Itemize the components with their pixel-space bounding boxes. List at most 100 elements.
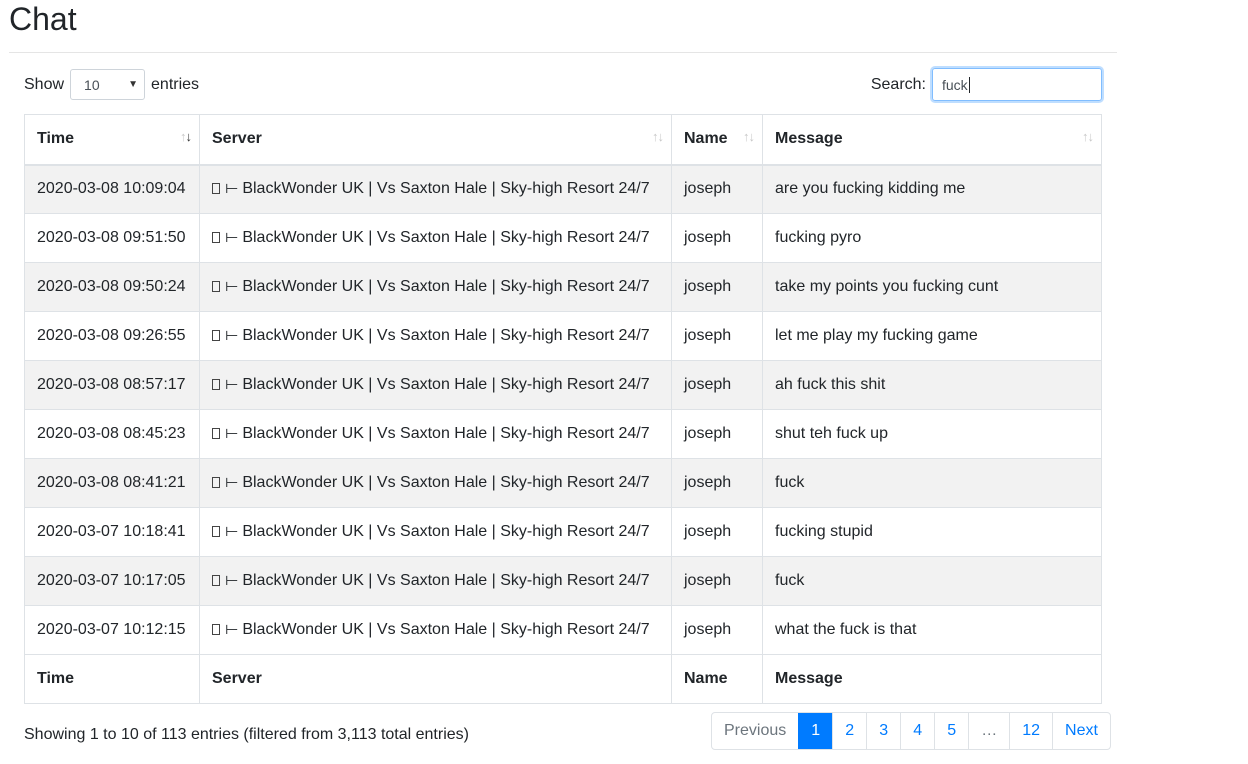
pagination: Previous 1 2 3 4 5… 12 Next (711, 712, 1111, 750)
cell-server: ⊢ BlackWonder UK | Vs Saxton Hale | Sky-h… (199, 458, 672, 508)
column-header-message[interactable]: Message ↑↓ (762, 114, 1102, 166)
cell-time: 2020-03-08 08:57:17 (24, 360, 200, 410)
table-row: 2020-03-08 08:57:17 ⊢ BlackWonder UK | Vs … (24, 360, 1102, 410)
cell-time: 2020-03-08 08:41:21 (24, 458, 200, 508)
cell-message: let me play my fucking game (762, 311, 1102, 361)
flag-icon: ⊢ (224, 573, 239, 588)
flag-icon: ⊢ (224, 426, 239, 441)
cell-server: ⊢ BlackWonder UK | Vs Saxton Hale | Sky-h… (199, 507, 672, 557)
cell-name: joseph (671, 409, 763, 459)
search-control: Search: fuck (871, 68, 1102, 101)
cell-name: joseph (671, 507, 763, 557)
box-icon (212, 232, 220, 243)
table-body: 2020-03-08 10:09:04 ⊢ BlackWonder UK | Vs … (24, 164, 1102, 655)
entries-label: entries (151, 75, 200, 93)
table-row: 2020-03-07 10:12:15 ⊢ BlackWonder UK | Vs … (24, 605, 1102, 655)
cell-message: what the fuck is that (762, 605, 1102, 655)
page-button-1[interactable]: 1 (798, 713, 833, 749)
pagination-ellipsis: … (968, 713, 1009, 749)
page-button-5[interactable]: 5 (934, 713, 968, 749)
cell-message: shut teh fuck up (762, 409, 1102, 459)
chat-table: Time ↑↓ Server ↑↓ Name ↑↓ Message ↑↓ 202… (24, 114, 1102, 704)
cell-message: ah fuck this shit (762, 360, 1102, 410)
cell-time: 2020-03-08 09:26:55 (24, 311, 200, 361)
chat-page: Chat Show 10 ▼ entries Search: fuck Time… (0, 0, 1248, 764)
text-cursor (968, 76, 970, 93)
footer-header-name: Name (671, 654, 763, 704)
page-title: Chat (9, 1, 77, 37)
footer-header-message: Message (762, 654, 1102, 704)
column-header-server[interactable]: Server ↑↓ (199, 114, 672, 166)
column-header-time[interactable]: Time ↑↓ (24, 114, 200, 166)
search-label: Search: (870, 75, 926, 93)
cell-message: fucking stupid (762, 507, 1102, 557)
flag-icon: ⊢ (224, 622, 239, 637)
table-info: Showing 1 to 10 of 113 entries (filtered… (24, 726, 469, 743)
page-length-control: Show 10 ▼ entries (24, 69, 199, 100)
box-icon (212, 575, 220, 586)
header-row: Time ↑↓ Server ↑↓ Name ↑↓ Message ↑↓ (24, 114, 1102, 166)
table-row: 2020-03-08 08:41:21 ⊢ BlackWonder UK | Vs … (24, 458, 1102, 508)
cell-name: joseph (671, 213, 763, 263)
cell-name: joseph (671, 262, 763, 312)
cell-name: joseph (671, 311, 763, 361)
sort-icon: ↑↓ (1082, 129, 1094, 144)
sort-descending-icon: ↑↓ (180, 129, 192, 144)
box-icon (212, 183, 220, 195)
flag-icon: ⊢ (224, 181, 239, 197)
table-row: 2020-03-08 09:51:50 ⊢ BlackWonder UK | Vs … (24, 213, 1102, 263)
page-button-12[interactable]: 12 (1009, 713, 1052, 749)
title-divider (9, 52, 1117, 53)
box-icon (212, 477, 220, 488)
box-icon (212, 428, 220, 439)
box-icon (212, 624, 220, 635)
cell-time: 2020-03-08 09:50:24 (24, 262, 200, 312)
cell-time: 2020-03-07 10:17:05 (24, 556, 200, 606)
previous-page-button[interactable]: Previous (712, 713, 798, 749)
cell-message: are you fucking kidding me (762, 164, 1102, 214)
cell-server: ⊢ BlackWonder UK | Vs Saxton Hale | Sky-h… (199, 605, 672, 655)
page-button-3[interactable]: 3 (866, 713, 900, 749)
cell-time: 2020-03-07 10:12:15 (24, 605, 200, 655)
flag-icon: ⊢ (224, 475, 239, 490)
entries-per-page-value: 10 (84, 76, 100, 93)
sort-icon: ↑↓ (743, 129, 755, 144)
page-button-2[interactable]: 2 (832, 713, 866, 749)
cell-name: joseph (671, 458, 763, 508)
cell-message: fucking pyro (762, 213, 1102, 263)
cell-time: 2020-03-08 08:45:23 (24, 409, 200, 459)
box-icon (212, 330, 220, 341)
flag-icon: ⊢ (224, 230, 239, 245)
table-row: 2020-03-08 08:45:23 ⊢ BlackWonder UK | Vs … (24, 409, 1102, 459)
search-input[interactable]: fuck (932, 68, 1102, 101)
cell-server: ⊢ BlackWonder UK | Vs Saxton Hale | Sky-h… (199, 311, 672, 361)
flag-icon: ⊢ (224, 377, 239, 392)
flag-icon: ⊢ (224, 524, 239, 539)
table-row: 2020-03-08 10:09:04 ⊢ BlackWonder UK | Vs … (24, 164, 1102, 214)
box-icon (212, 379, 220, 390)
cell-name: joseph (671, 605, 763, 655)
cell-message: fuck (762, 458, 1102, 508)
next-page-button[interactable]: Next (1052, 713, 1110, 749)
cell-server: ⊢ BlackWonder UK | Vs Saxton Hale | Sky-h… (199, 360, 672, 410)
table-row: 2020-03-08 09:26:55 ⊢ BlackWonder UK | Vs … (24, 311, 1102, 361)
sort-icon: ↑↓ (652, 129, 664, 144)
table-row: 2020-03-07 10:18:41 ⊢ BlackWonder UK | Vs … (24, 507, 1102, 557)
cell-server: ⊢ BlackWonder UK | Vs Saxton Hale | Sky-h… (199, 262, 672, 312)
cell-server: ⊢ BlackWonder UK | Vs Saxton Hale | Sky-h… (199, 164, 672, 214)
flag-icon: ⊢ (224, 328, 239, 343)
flag-icon: ⊢ (224, 279, 239, 294)
cell-server: ⊢ BlackWonder UK | Vs Saxton Hale | Sky-h… (199, 409, 672, 459)
cell-time: 2020-03-08 10:09:04 (24, 164, 200, 214)
search-input-value: fuck (942, 76, 968, 93)
chevron-down-icon: ▼ (128, 79, 139, 90)
cell-message: take my points you fucking cunt (762, 262, 1102, 312)
cell-server: ⊢ BlackWonder UK | Vs Saxton Hale | Sky-h… (199, 556, 672, 606)
column-header-name[interactable]: Name ↑↓ (671, 114, 763, 166)
cell-time: 2020-03-07 10:18:41 (24, 507, 200, 557)
entries-per-page-select[interactable]: 10 ▼ (70, 69, 146, 100)
page-button-4[interactable]: 4 (900, 713, 934, 749)
cell-name: joseph (671, 164, 763, 214)
box-icon (212, 281, 220, 292)
box-icon (212, 526, 220, 537)
